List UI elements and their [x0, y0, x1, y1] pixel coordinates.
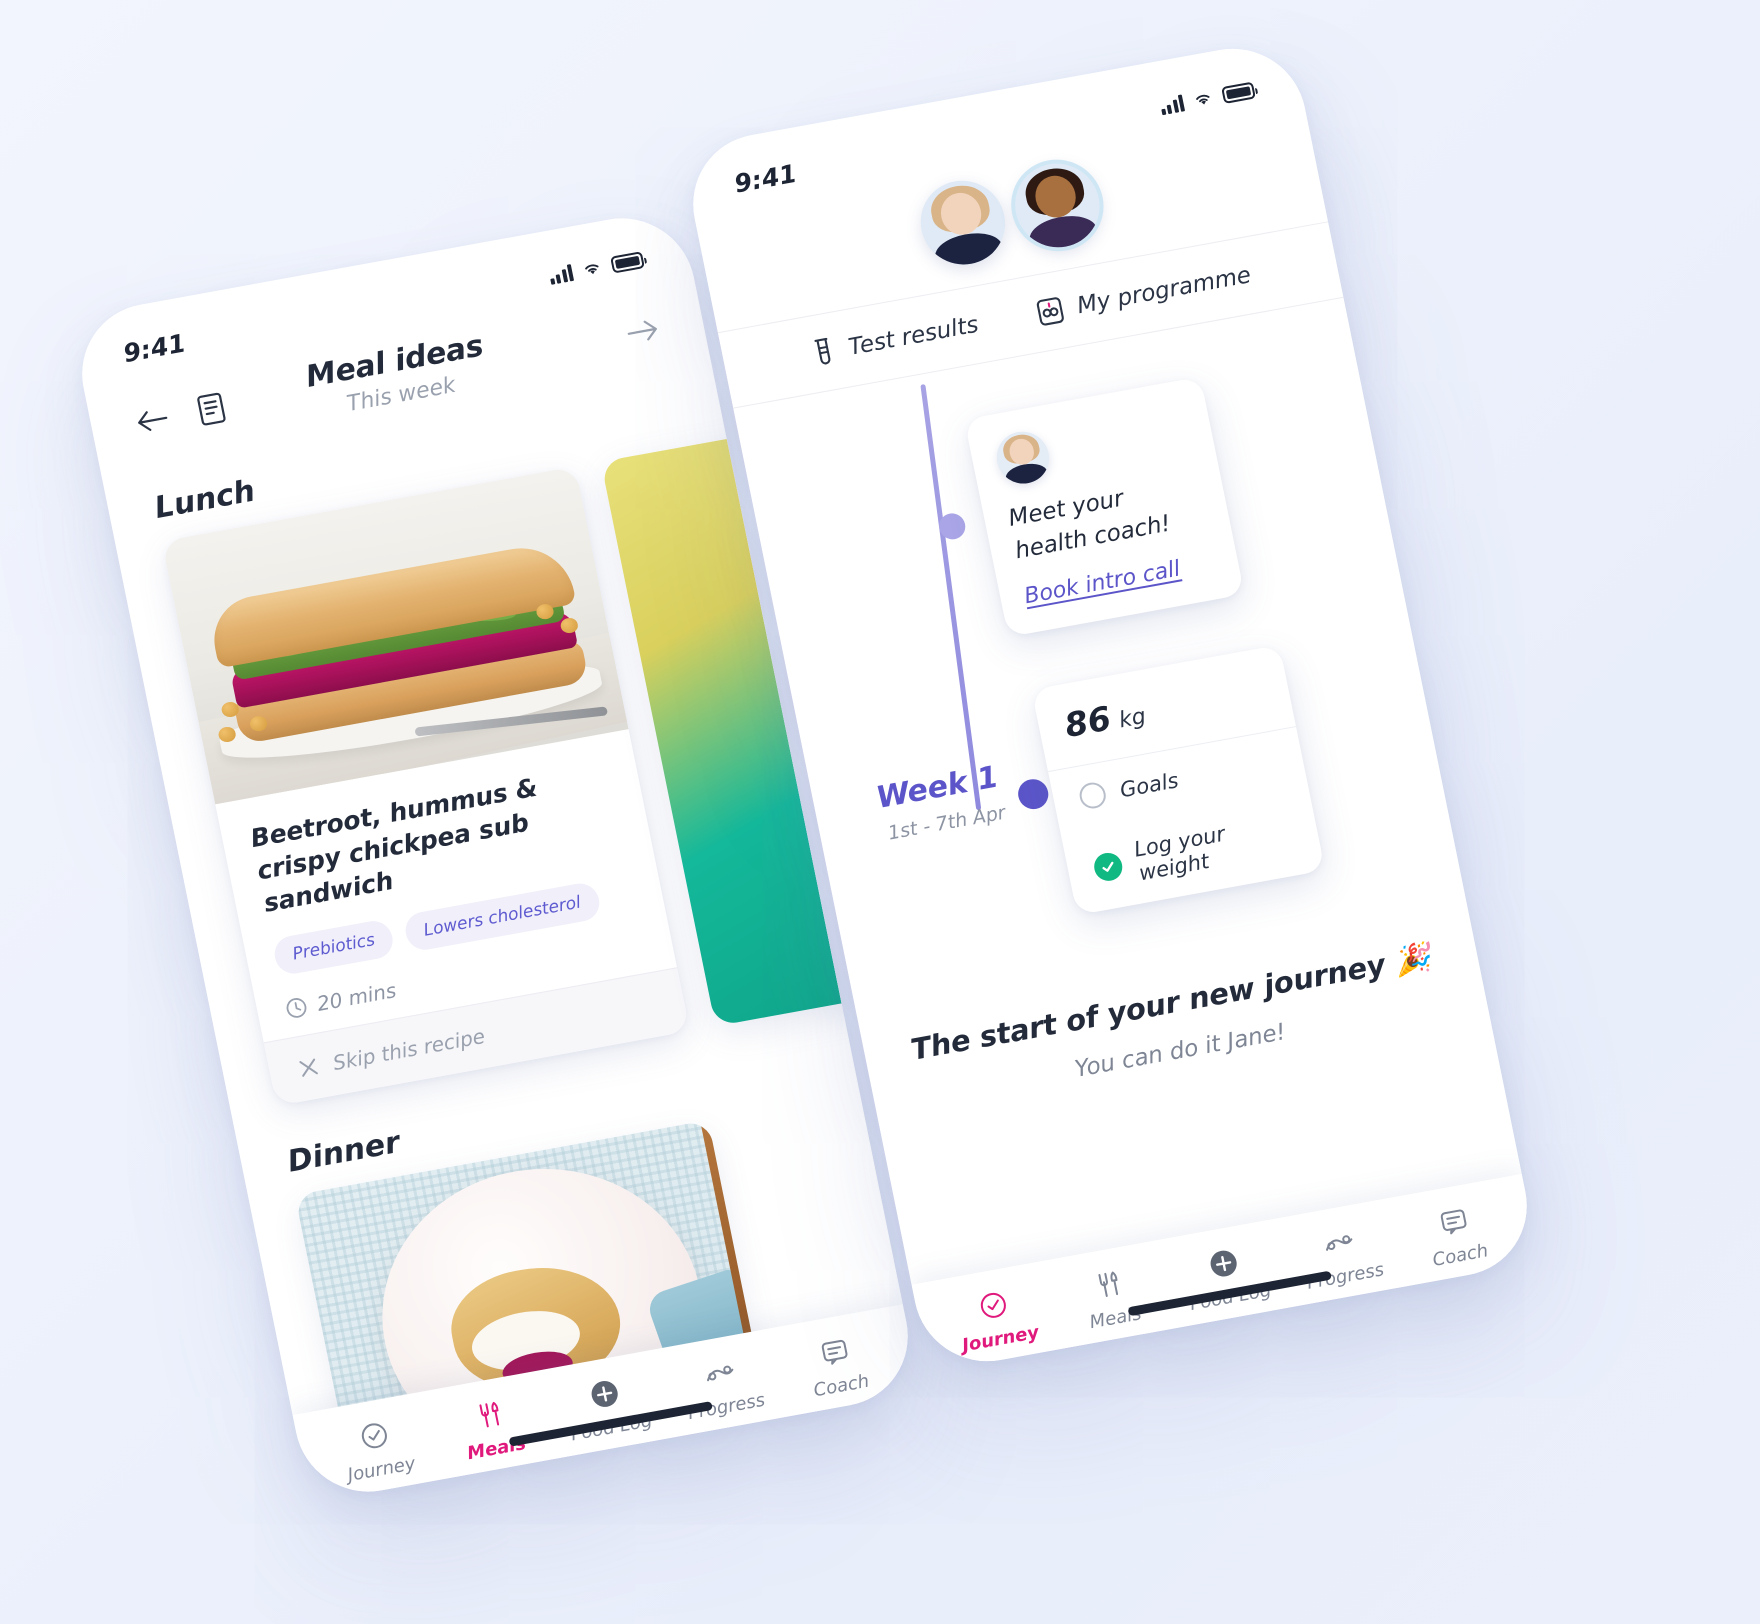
skip-recipe-label: Skip this recipe: [330, 1023, 488, 1075]
tab-journey-label: Journey: [960, 1321, 1041, 1357]
signal-bars-icon: [1158, 93, 1186, 115]
avatar-user[interactable]: [913, 173, 1013, 272]
clock-icon: [286, 998, 307, 1018]
arrow-right-icon[interactable]: [620, 309, 665, 353]
tab-bar-journey[interactable]: Journey Meals Food Log: [911, 1173, 1540, 1373]
tab-coach-label: Coach: [811, 1370, 871, 1402]
wifi-icon: [1196, 94, 1210, 105]
coach-message: Meet your health coach!: [1006, 485, 1173, 564]
segment-test-results[interactable]: Test results: [807, 309, 981, 371]
progress-chart-icon: [700, 1354, 738, 1393]
journey-timeline-area: Meet your health coach! Book intro call …: [733, 298, 1471, 1036]
check-circle-icon: [977, 1286, 1011, 1324]
test-tube-icon: [814, 337, 831, 365]
check-filled-icon: [1091, 850, 1125, 884]
wifi-icon: [585, 264, 599, 275]
battery-icon: [609, 250, 645, 274]
close-x-icon: [299, 1058, 318, 1077]
arrow-left-icon[interactable]: [130, 398, 175, 442]
chat-message-icon: [817, 1333, 851, 1371]
chat-message-icon: [1436, 1203, 1470, 1241]
goal-label-goals: Goals: [1117, 768, 1181, 803]
goal-label-log-weight: Log your weight: [1131, 821, 1228, 886]
circle-empty-icon: [1077, 780, 1109, 811]
cutlery-icon: [474, 1396, 506, 1434]
tab-meals[interactable]: Meals: [1050, 1258, 1173, 1339]
tab-journey[interactable]: Journey: [316, 1409, 439, 1490]
progress-chart-icon: [1319, 1223, 1357, 1262]
status-icons: [547, 250, 645, 285]
tab-meals[interactable]: Meals: [431, 1388, 554, 1469]
signal-bars-icon: [547, 263, 574, 285]
programme-calendar-icon: [1036, 297, 1064, 326]
tag-lowers-cholesterol: Lowers cholesterol: [402, 880, 603, 953]
coach-avatar: [992, 427, 1054, 488]
recipe-card[interactable]: Beetroot, hummus & crispy chickpea sub s…: [161, 466, 690, 1107]
status-icons-journey: [1158, 81, 1256, 115]
week-stats-card[interactable]: 86 kg Goals Log your weight: [1031, 644, 1326, 916]
battery-icon: [1220, 81, 1256, 104]
cutlery-icon: [1093, 1265, 1125, 1303]
segment-test-results-label: Test results: [846, 311, 981, 361]
weight-value: 86: [1061, 698, 1115, 745]
avatar-coach-selected[interactable]: [1007, 156, 1108, 255]
lunch-carousel[interactable]: Beetroot, hummus & crispy chickpea sub s…: [117, 418, 921, 1114]
tag-prebiotics: Prebiotics: [271, 918, 397, 977]
tab-journey-label: Journey: [345, 1453, 418, 1486]
weight-unit: kg: [1116, 704, 1149, 734]
tab-coach[interactable]: Coach: [1395, 1195, 1518, 1276]
tab-journey[interactable]: Journey: [935, 1279, 1058, 1360]
book-intro-call-link[interactable]: Book intro call: [1022, 557, 1182, 610]
week-label: Week 1 1st - 7th Apr: [827, 760, 1007, 854]
timeline-dot-week: [1015, 776, 1051, 812]
plus-circle-icon: [1205, 1244, 1241, 1283]
recipe-time-label: 20 mins: [314, 978, 399, 1016]
check-circle-icon: [358, 1417, 392, 1455]
tab-coach[interactable]: Coach: [776, 1326, 899, 1407]
tab-coach-label: Coach: [1430, 1240, 1490, 1271]
coach-intro-card[interactable]: Meet your health coach! Book intro call: [964, 376, 1245, 638]
segment-my-programme-label: My programme: [1074, 262, 1254, 320]
plus-circle-icon: [586, 1375, 622, 1414]
recipe-list-icon[interactable]: [189, 388, 234, 432]
scene: 9:41 Meal ideas This week Lunch Beetroot…: [0, 0, 1760, 1624]
